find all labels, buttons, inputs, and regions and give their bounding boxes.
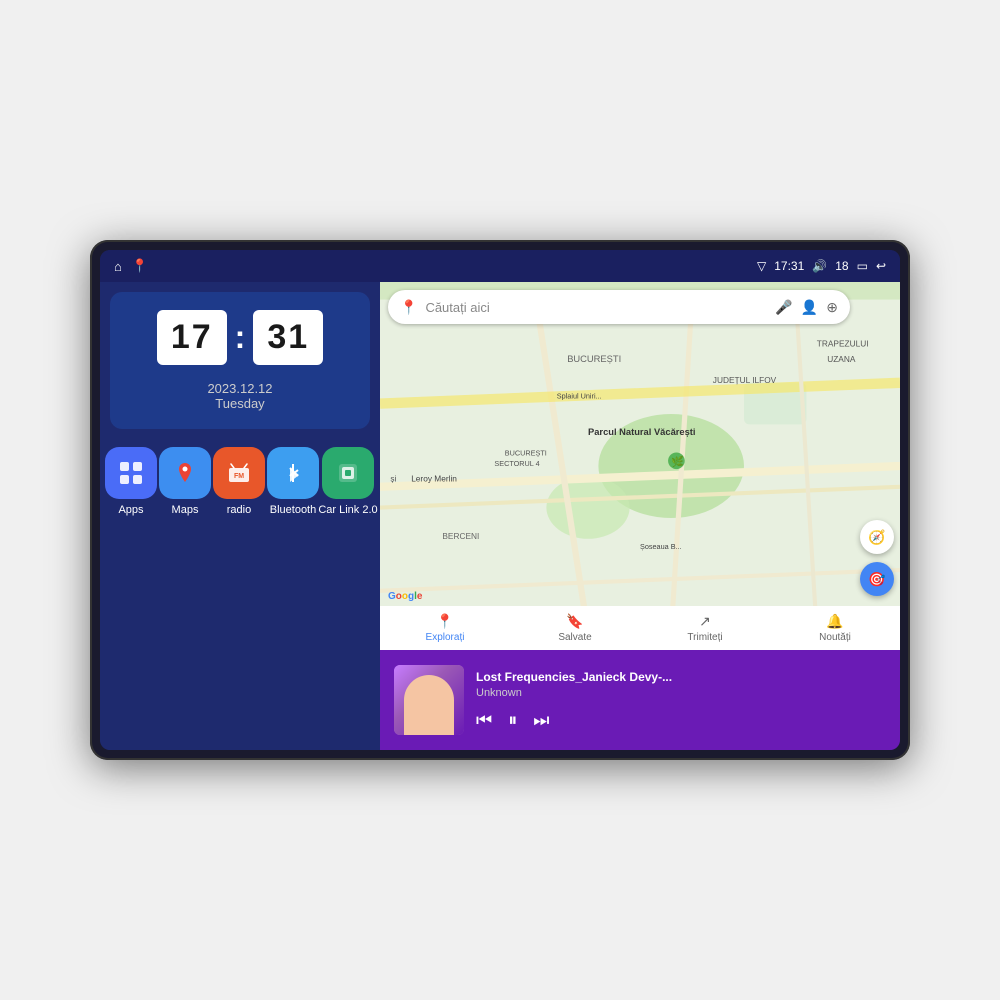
- maps-icon: [159, 447, 211, 499]
- svg-text:SECTORUL 4: SECTORUL 4: [494, 459, 539, 468]
- clock-widget: 17 : 31 2023.12.12 Tuesday: [110, 292, 370, 429]
- apps-icon: [105, 447, 157, 499]
- svg-text:Parcul Natural Văcărești: Parcul Natural Văcărești: [588, 427, 696, 437]
- music-controls: ⏮ ⏸ ⏭: [476, 710, 886, 731]
- svg-text:BUCUREȘTI: BUCUREȘTI: [505, 449, 547, 458]
- music-panel: Lost Frequencies_Janieck Devy-... Unknow…: [380, 650, 900, 750]
- car-display-device: ⌂ 📍 ▽ 17:31 🔊 18 ▭ ↩ 17 :: [90, 240, 910, 760]
- explore-icon: 📍: [436, 613, 453, 630]
- clock-colon: :: [235, 319, 246, 356]
- carlink-label: Car Link 2.0: [318, 504, 377, 516]
- music-artist: Unknown: [476, 687, 886, 699]
- map-nav-explore[interactable]: 📍 Explorați: [380, 609, 510, 647]
- main-content: 17 : 31 2023.12.12 Tuesday: [100, 282, 900, 750]
- battery-icon: ▭: [857, 259, 868, 273]
- account-icon[interactable]: 👤: [801, 299, 818, 316]
- play-pause-button[interactable]: ⏸: [508, 710, 517, 731]
- left-panel: 17 : 31 2023.12.12 Tuesday: [100, 282, 380, 750]
- next-button[interactable]: ⏭: [533, 710, 549, 731]
- map-search-text: Căutați aici: [425, 300, 489, 315]
- svg-text:Leroy Merlin: Leroy Merlin: [411, 474, 457, 484]
- svg-text:Splaiul Uniri...: Splaiul Uniri...: [557, 391, 602, 400]
- maps-shortcut-icon[interactable]: 📍: [132, 258, 148, 274]
- app-item-maps[interactable]: Maps: [158, 447, 212, 516]
- status-bar: ⌂ 📍 ▽ 17:31 🔊 18 ▭ ↩: [100, 250, 900, 282]
- app-item-radio[interactable]: FM radio: [212, 447, 266, 516]
- clock-hour: 17: [157, 310, 227, 365]
- maps-label: Maps: [172, 504, 199, 516]
- status-right-info: ▽ 17:31 🔊 18 ▭ ↩: [757, 259, 886, 273]
- saved-label: Salvate: [558, 632, 591, 643]
- svg-text:TRAPEZULUI: TRAPEZULUI: [817, 338, 869, 348]
- right-panel: BUCUREȘTI JUDEȚUL ILFOV BERCENI BUCUREȘT…: [380, 282, 900, 750]
- compass-button[interactable]: 🧭: [860, 520, 894, 554]
- home-icon[interactable]: ⌂: [114, 259, 122, 274]
- app-item-bluetooth[interactable]: Bluetooth: [266, 447, 320, 516]
- app-item-carlink[interactable]: Car Link 2.0: [320, 447, 376, 516]
- map-nav-share[interactable]: ↗ Trimiteți: [640, 609, 770, 647]
- carlink-icon: [322, 447, 374, 499]
- clock-display: 17 : 31: [157, 310, 323, 365]
- music-info: Lost Frequencies_Janieck Devy-... Unknow…: [476, 670, 886, 731]
- svg-text:FM: FM: [234, 473, 244, 480]
- news-label: Noutăți: [819, 632, 851, 643]
- svg-text:BERCENI: BERCENI: [442, 531, 479, 541]
- saved-icon: 🔖: [566, 613, 583, 630]
- share-icon: ↗: [699, 613, 711, 630]
- svg-text:🌿: 🌿: [671, 455, 684, 468]
- status-time: 17:31: [774, 259, 804, 273]
- radio-label: radio: [227, 504, 251, 516]
- map-area: BUCUREȘTI JUDEȚUL ILFOV BERCENI BUCUREȘT…: [380, 282, 900, 650]
- share-label: Trimiteți: [687, 632, 722, 643]
- music-title: Lost Frequencies_Janieck Devy-...: [476, 670, 886, 684]
- mic-icon[interactable]: 🎤: [775, 299, 792, 316]
- google-logo: Google: [388, 591, 422, 602]
- svg-text:UZANA: UZANA: [827, 354, 856, 364]
- map-svg: BUCUREȘTI JUDEȚUL ILFOV BERCENI BUCUREȘT…: [380, 282, 900, 650]
- signal-icon: ▽: [757, 259, 766, 273]
- map-search-bar[interactable]: 📍 Căutați aici 🎤 👤 ⊕: [388, 290, 850, 324]
- back-icon[interactable]: ↩: [876, 259, 886, 273]
- map-nav-news[interactable]: 🔔 Noutăți: [770, 609, 900, 647]
- explore-label: Explorați: [426, 632, 465, 643]
- apps-row: Apps Maps: [100, 439, 380, 750]
- news-icon: 🔔: [826, 613, 843, 630]
- svg-text:Șoseaua B...: Șoseaua B...: [640, 542, 682, 551]
- layers-icon[interactable]: ⊕: [826, 299, 838, 316]
- app-item-apps[interactable]: Apps: [104, 447, 158, 516]
- bluetooth-icon: [267, 447, 319, 499]
- status-left-icons: ⌂ 📍: [114, 258, 148, 274]
- apps-label: Apps: [118, 504, 143, 516]
- album-art: [394, 665, 464, 735]
- volume-level: 18: [835, 259, 848, 273]
- radio-icon: FM: [213, 447, 265, 499]
- map-nav-saved[interactable]: 🔖 Salvate: [510, 609, 640, 647]
- clock-minute: 31: [253, 310, 323, 365]
- clock-date: 2023.12.12 Tuesday: [207, 381, 272, 411]
- svg-text:și: și: [390, 474, 396, 484]
- map-pin-icon: 📍: [400, 299, 417, 316]
- device-screen: ⌂ 📍 ▽ 17:31 🔊 18 ▭ ↩ 17 :: [100, 250, 900, 750]
- map-bottom-nav: 📍 Explorați 🔖 Salvate ↗ Trimiteți 🔔: [380, 606, 900, 650]
- volume-icon: 🔊: [812, 259, 827, 273]
- prev-button[interactable]: ⏮: [476, 710, 492, 731]
- location-button[interactable]: 🎯: [860, 562, 894, 596]
- svg-text:BUCUREȘTI: BUCUREȘTI: [567, 354, 621, 364]
- bluetooth-label: Bluetooth: [270, 504, 316, 516]
- svg-text:JUDEȚUL ILFOV: JUDEȚUL ILFOV: [713, 375, 777, 385]
